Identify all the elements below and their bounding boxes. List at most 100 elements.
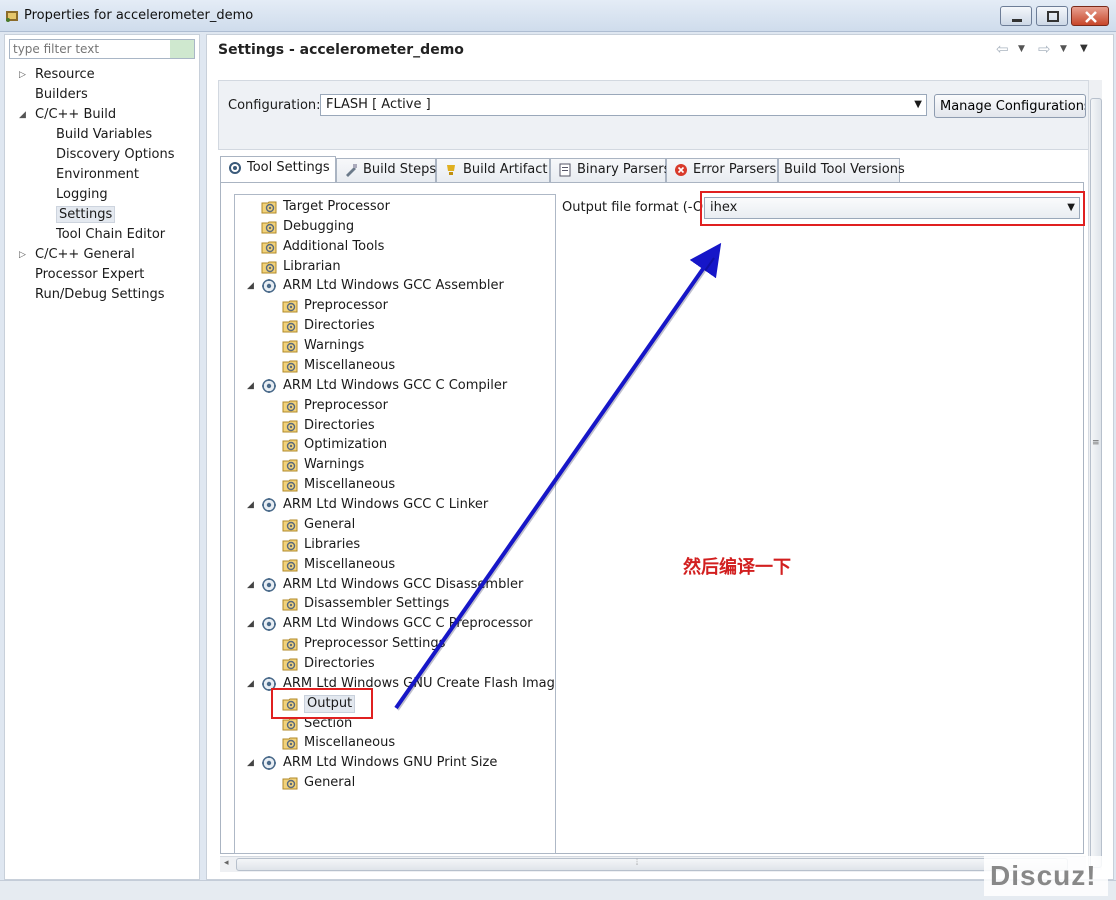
horizontal-scrollbar[interactable]: ◂ ⦙ xyxy=(220,856,1086,872)
tool-icon xyxy=(261,577,279,593)
configuration-value: FLASH [ Active ] xyxy=(326,97,431,112)
sidebar-item-label: Discovery Options xyxy=(56,147,175,162)
collapse-icon[interactable]: ◢ xyxy=(247,614,254,634)
expand-icon[interactable]: ▷ xyxy=(19,65,31,85)
collapse-icon[interactable]: ◢ xyxy=(247,575,254,595)
tab-label: Build Tool Versions xyxy=(784,162,905,177)
history-navigation: ⇦ ▼ ⇨ ▼ ▼ xyxy=(996,40,1100,60)
watermark: Discuz! xyxy=(984,856,1108,896)
forward-arrow-icon[interactable]: ⇨ xyxy=(1038,40,1051,58)
sidebar-item-logging[interactable]: Logging xyxy=(56,185,108,205)
tree-node-label: General xyxy=(304,516,356,532)
sidebar-item-resource[interactable]: ▷ Resource xyxy=(19,65,95,85)
page-title: Settings - accelerometer_demo xyxy=(218,42,464,58)
tool-icon xyxy=(261,497,279,513)
tree-node-label: Optimization xyxy=(304,437,388,453)
sidebar-item-label: Resource xyxy=(35,67,95,82)
sidebar-item-settings[interactable]: Settings xyxy=(56,205,116,225)
filter-input[interactable] xyxy=(10,40,170,58)
tab-label: Build Artifact xyxy=(463,162,548,177)
filter-box xyxy=(9,39,195,59)
tree-node-label: Debugging xyxy=(283,218,355,234)
tab-build-tool-versions[interactable]: Build Tool Versions xyxy=(778,158,905,182)
close-button[interactable] xyxy=(1071,6,1109,26)
back-menu-icon[interactable]: ▼ xyxy=(1018,44,1025,54)
manage-configurations-button[interactable]: Manage Configurations... xyxy=(934,94,1086,118)
expand-icon[interactable]: ▷ xyxy=(19,245,31,265)
clear-filter-button[interactable] xyxy=(170,40,194,58)
sidebar-item-tool-chain-editor[interactable]: Tool Chain Editor xyxy=(56,225,165,245)
grip-icon: ⦙ xyxy=(636,858,639,868)
forward-menu-icon[interactable]: ▼ xyxy=(1060,44,1067,54)
tab-tool-settings[interactable]: Tool Settings xyxy=(220,156,336,183)
collapse-icon[interactable]: ◢ xyxy=(247,276,254,296)
collapse-icon[interactable]: ◢ xyxy=(247,495,254,515)
folder-settings-icon xyxy=(282,735,300,751)
maximize-button[interactable] xyxy=(1036,6,1068,26)
maximize-icon xyxy=(1047,11,1059,22)
tree-node-label: Libraries xyxy=(304,536,361,552)
sidebar-item-run-debug-settings[interactable]: Run/Debug Settings xyxy=(35,285,165,305)
folder-settings-icon xyxy=(282,398,300,414)
view-menu-icon[interactable]: ▼ xyxy=(1080,43,1088,54)
build-steps-icon xyxy=(346,164,357,177)
minimize-button[interactable] xyxy=(1000,6,1032,26)
tab-error-parsers[interactable]: Error Parsers xyxy=(666,158,778,182)
tree-node-label: Warnings xyxy=(304,457,365,473)
sidebar-item-builders[interactable]: Builders xyxy=(35,85,88,105)
horizontal-scroll-thumb[interactable] xyxy=(236,858,1068,871)
collapse-icon[interactable]: ◢ xyxy=(247,753,254,773)
sidebar-item-c-c-general[interactable]: ▷ C/C++ General xyxy=(19,245,135,265)
sidebar-item-label: Processor Expert xyxy=(35,267,145,282)
folder-settings-icon xyxy=(282,418,300,434)
back-arrow-icon[interactable]: ⇦ xyxy=(996,40,1009,58)
scroll-left-icon[interactable]: ◂ xyxy=(224,858,229,868)
title-bar: Properties for accelerometer_demo xyxy=(0,0,1116,32)
grip-icon: ≡ xyxy=(1092,438,1100,448)
sidebar-item-label: Environment xyxy=(56,167,140,182)
tab-build-steps[interactable]: Build Steps xyxy=(336,158,436,182)
folder-settings-icon xyxy=(282,298,300,314)
tab-build-artifact[interactable]: Build Artifact xyxy=(436,158,550,182)
folder-settings-icon xyxy=(261,219,279,235)
folder-settings-icon xyxy=(282,596,300,612)
tree-node-label: Miscellaneous xyxy=(304,357,396,373)
tab-label: Tool Settings xyxy=(247,160,330,175)
collapse-icon[interactable]: ◢ xyxy=(247,674,254,694)
folder-settings-icon xyxy=(282,537,300,553)
folder-settings-icon xyxy=(282,636,300,652)
tree-node-label: ARM Ltd Windows GCC Disassembler xyxy=(283,576,524,592)
binary-parsers-icon xyxy=(559,163,571,177)
tree-node-label: ARM Ltd Windows GNU Print Size xyxy=(283,755,498,771)
minimize-icon xyxy=(1012,19,1022,22)
sidebar-item-processor-expert[interactable]: Processor Expert xyxy=(35,265,144,285)
collapse-icon[interactable]: ◢ xyxy=(247,376,254,396)
tab-label: Error Parsers xyxy=(693,162,777,177)
property-pages-panel: ▷ Resource Builders ◢ C/C++ Build Build Varia… xyxy=(4,34,200,880)
sidebar-item-environment[interactable]: Environment xyxy=(56,165,139,185)
folder-settings-icon xyxy=(261,239,279,255)
annotation-text: 然后编译一下 xyxy=(683,557,791,578)
tree-node-label: Preprocessor xyxy=(304,397,388,413)
tree-node-label: Disassembler Settings xyxy=(304,596,450,612)
tree-node-label: Preprocessor Settings xyxy=(304,636,446,652)
sidebar-item-build-variables[interactable]: Build Variables xyxy=(56,125,152,145)
build-artifact-icon xyxy=(447,165,455,175)
sidebar-item-discovery-options[interactable]: Discovery Options xyxy=(56,145,175,165)
tree-node-label: Target Processor xyxy=(283,199,390,214)
tree-node-label: Preprocessor xyxy=(304,298,388,314)
window-title: Properties for accelerometer_demo xyxy=(24,8,254,23)
collapse-icon[interactable]: ◢ xyxy=(19,105,31,125)
vertical-scrollbar[interactable]: ≡ xyxy=(1088,80,1102,870)
close-icon xyxy=(1085,11,1097,23)
sidebar-item-label: Builders xyxy=(35,87,88,102)
sidebar-item-label: C/C++ Build xyxy=(35,107,117,122)
output-node-highlight xyxy=(271,688,373,719)
folder-settings-icon xyxy=(282,517,300,533)
configuration-select[interactable]: FLASH [ Active ] ▼ xyxy=(320,94,927,116)
vertical-scroll-thumb[interactable] xyxy=(1090,98,1102,868)
folder-settings-icon xyxy=(261,259,279,275)
sidebar-item-c-c-build[interactable]: ◢ C/C++ Build xyxy=(19,105,117,125)
configuration-label: Configuration: xyxy=(228,98,321,113)
tab-binary-parsers[interactable]: Binary Parsers xyxy=(550,158,670,182)
